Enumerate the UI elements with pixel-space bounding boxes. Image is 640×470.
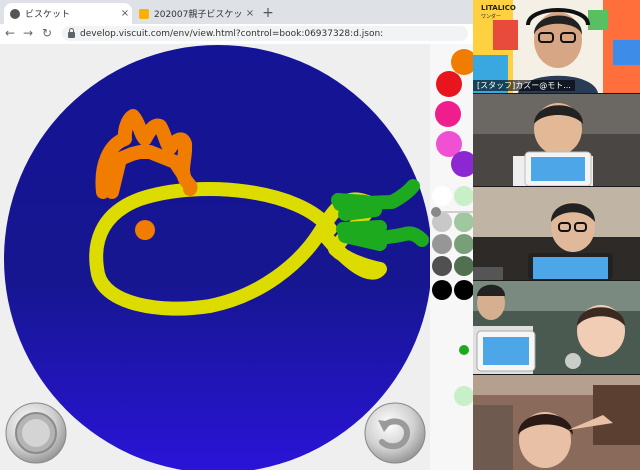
lock-icon: [68, 27, 75, 38]
color-swatch[interactable]: [432, 256, 452, 276]
tab-title: ビスケット: [25, 10, 71, 20]
browser-toolbar: ← → ↻ develop.viscuit.com/env/view.html?…: [0, 24, 473, 45]
color-swatch[interactable]: [454, 212, 473, 232]
fish-eye-stroke[interactable]: [135, 220, 155, 240]
color-swatch[interactable]: [451, 49, 473, 75]
viscuit-app: [0, 44, 473, 470]
tab-bar: ビスケット × 202007親子ビスケットワーク × +: [0, 0, 473, 24]
tab-title: 202007親子ビスケットワーク: [154, 10, 243, 20]
tab-viscuit[interactable]: ビスケット ×: [4, 3, 132, 24]
video-tile-participant[interactable]: [473, 281, 640, 374]
brand-logo: LITALICO: [481, 4, 516, 12]
color-swatch[interactable]: [454, 280, 473, 300]
video-call-panel: LITALICO ワンダー [スタッフ]カズー@モト...: [473, 0, 640, 470]
video-feed: [473, 375, 640, 470]
color-swatch[interactable]: [454, 256, 473, 276]
browser-chrome: ビスケット × 202007親子ビスケットワーク × + ← → ↻ devel…: [0, 0, 473, 45]
circle-icon-inner: [22, 419, 50, 447]
color-swatch[interactable]: [432, 234, 452, 254]
color-swatch[interactable]: [454, 186, 473, 206]
color-swatch[interactable]: [432, 280, 452, 300]
color-swatch[interactable]: [454, 386, 473, 406]
video-tile-participant[interactable]: [473, 187, 640, 280]
new-tab-button[interactable]: +: [260, 5, 276, 21]
brand-logo-sub: ワンダー: [481, 14, 502, 20]
selected-color-indicator: [459, 345, 469, 355]
palette-swatches: [431, 49, 473, 406]
pen-width-slider[interactable]: [431, 207, 441, 217]
color-swatch[interactable]: [432, 186, 452, 206]
video-tile-participant[interactable]: [473, 94, 640, 186]
close-icon[interactable]: ×: [118, 8, 132, 19]
undo-button[interactable]: [364, 402, 426, 464]
drawing-stage: [4, 45, 432, 470]
video-tile-host[interactable]: LITALICO ワンダー [スタッフ]カズー@モト...: [473, 0, 640, 93]
participant-name: [スタッフ]カズー@モト...: [473, 80, 575, 91]
close-icon[interactable]: ×: [243, 8, 257, 19]
document-icon: [139, 8, 149, 19]
globe-icon: [10, 8, 20, 19]
color-palette: [430, 44, 473, 470]
video-feed: [473, 187, 640, 280]
video-feed: [473, 281, 640, 374]
color-swatch[interactable]: [435, 101, 461, 127]
url-text: develop.viscuit.com/env/view.html?contro…: [80, 28, 384, 39]
back-button[interactable]: ←: [3, 26, 17, 40]
stage-circle[interactable]: [4, 45, 432, 470]
forward-button[interactable]: →: [21, 26, 35, 40]
color-swatch[interactable]: [436, 71, 462, 97]
color-swatch[interactable]: [454, 234, 473, 254]
video-feed: [473, 94, 640, 186]
reload-button[interactable]: ↻: [40, 26, 54, 40]
address-bar[interactable]: develop.viscuit.com/env/view.html?contro…: [62, 26, 468, 41]
tab-workshop[interactable]: 202007親子ビスケットワーク ×: [133, 3, 257, 24]
video-tile-participant[interactable]: [473, 375, 640, 470]
